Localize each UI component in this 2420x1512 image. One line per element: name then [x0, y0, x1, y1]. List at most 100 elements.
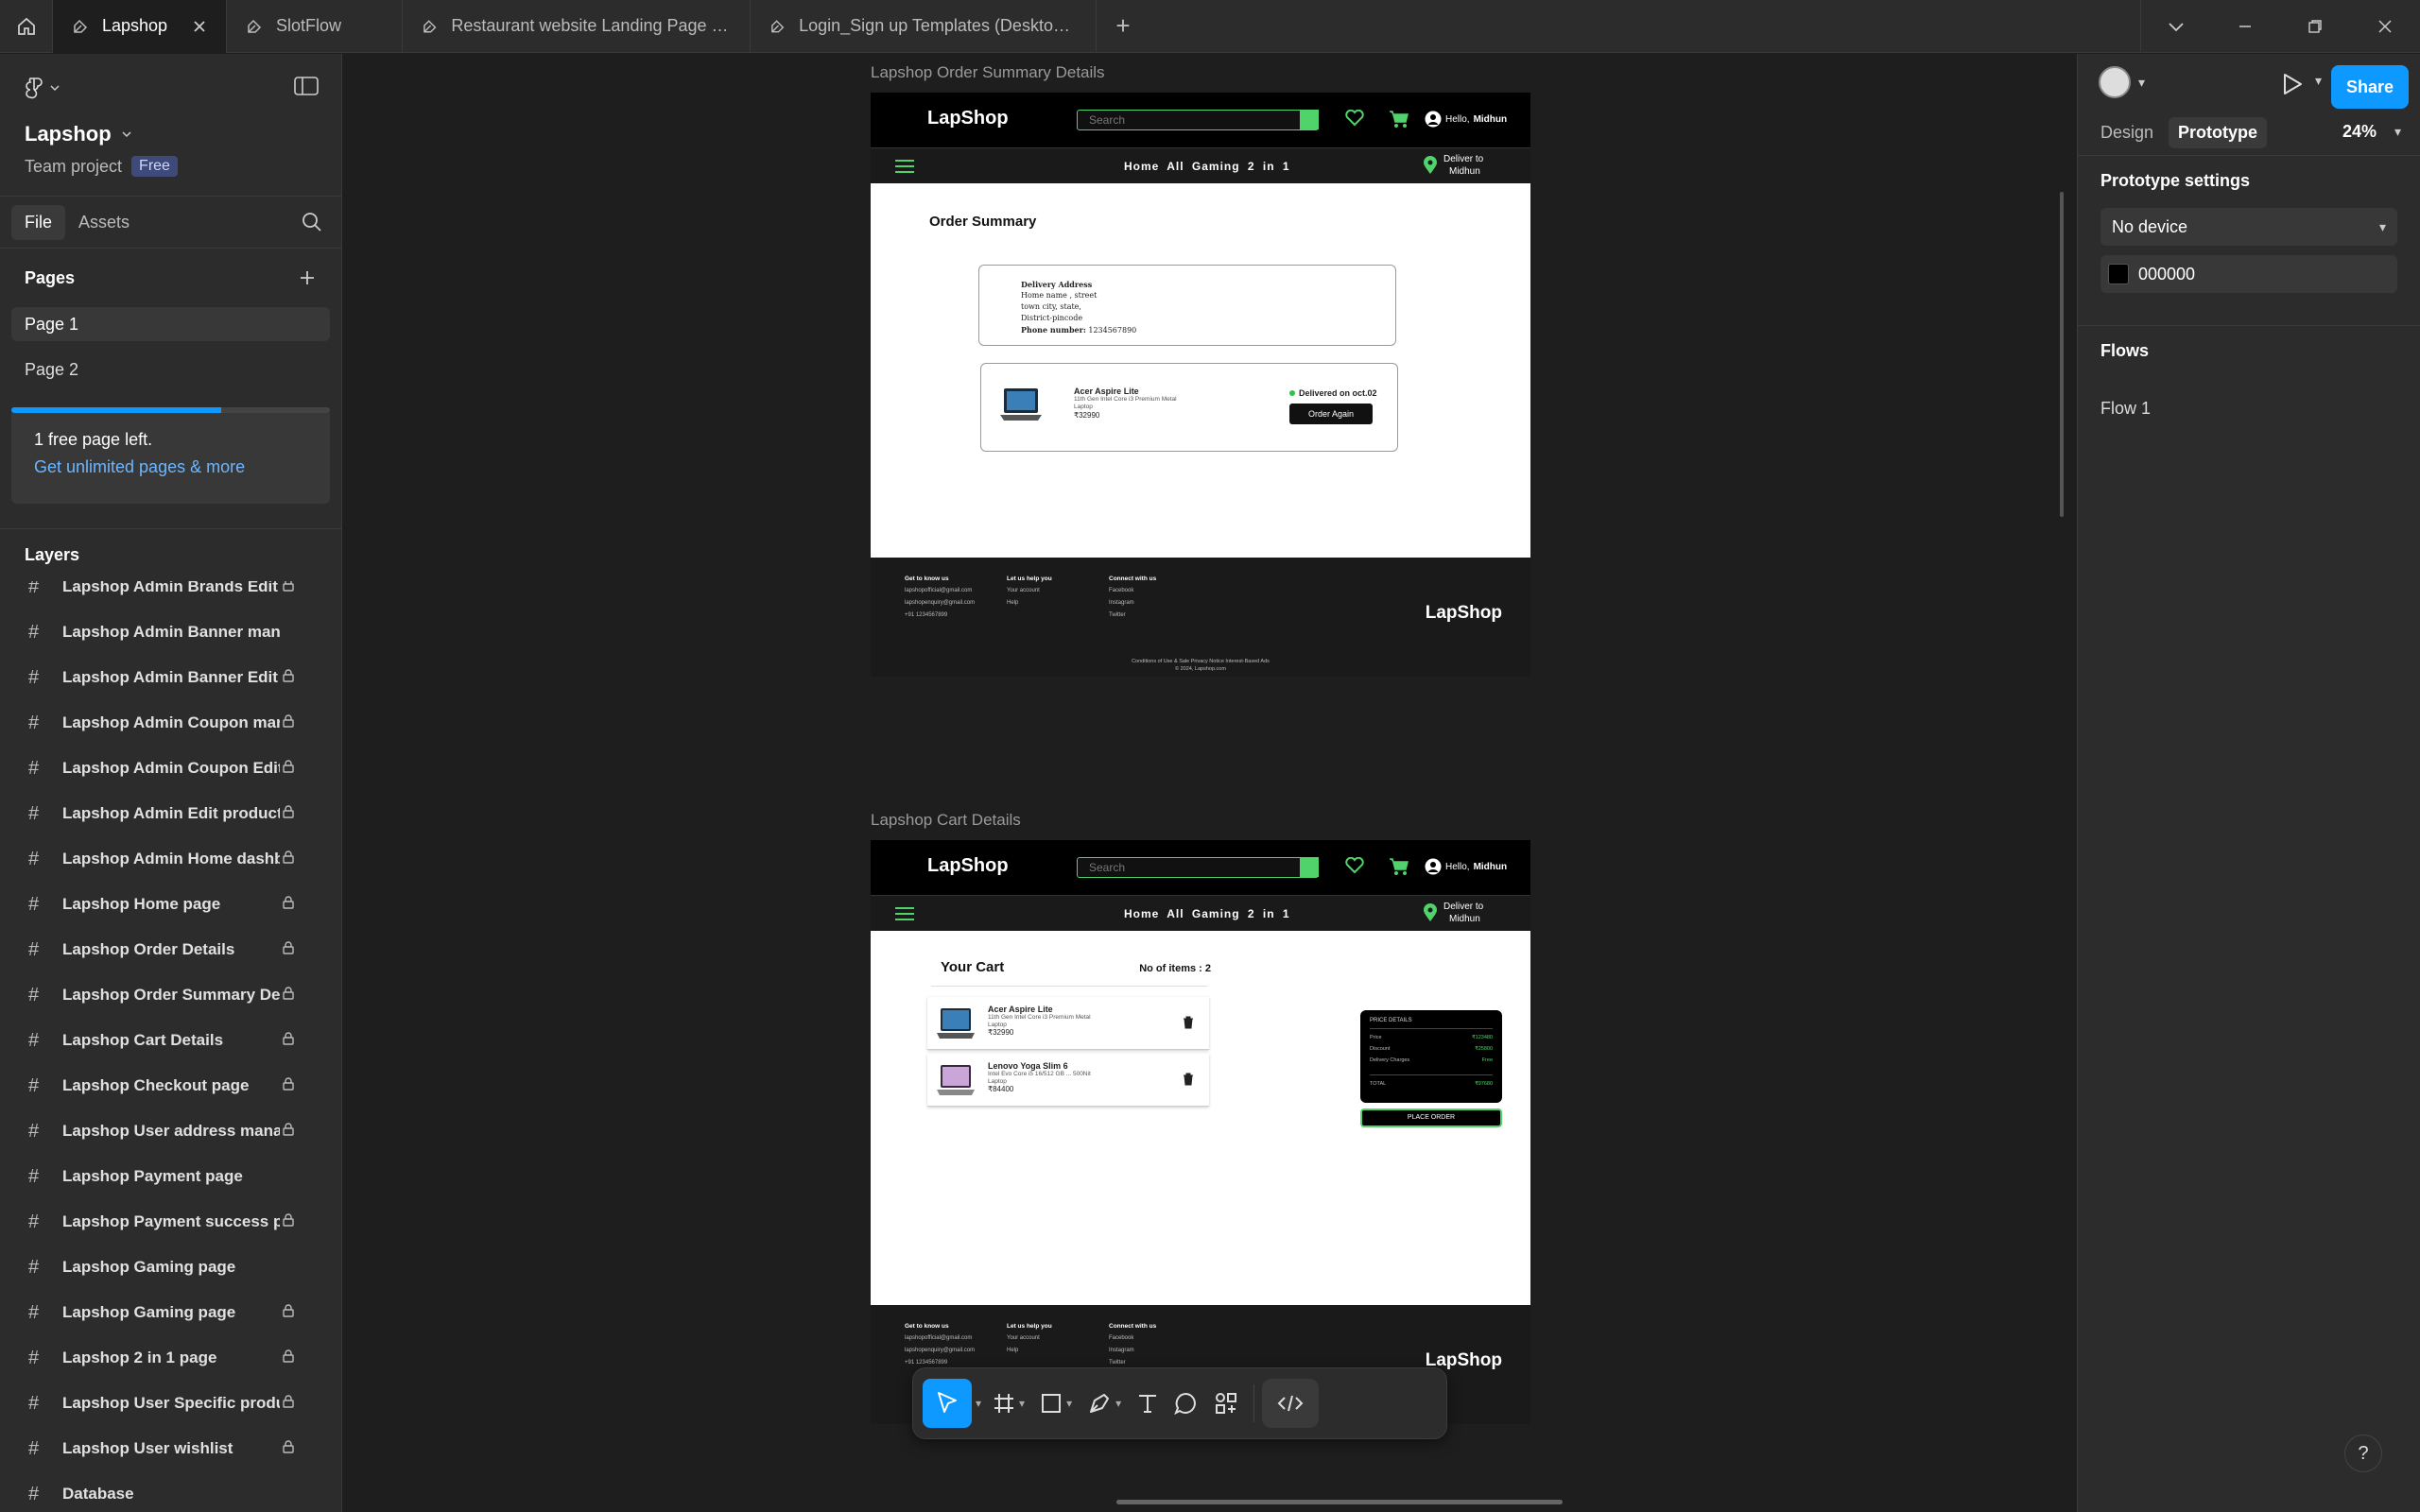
- lock-icon: [283, 896, 294, 909]
- lock-toggle[interactable]: [283, 1212, 294, 1231]
- layer-item[interactable]: # Lapshop User address mana: [0, 1108, 341, 1154]
- page-item[interactable]: Page 2: [11, 352, 330, 387]
- layer-item[interactable]: # Lapshop Admin Coupon Edit: [0, 746, 341, 791]
- layer-item[interactable]: # Lapshop Cart Details: [0, 1018, 341, 1063]
- text-tool-button[interactable]: [1129, 1379, 1167, 1428]
- layer-item[interactable]: # Lapshop User Specific produ: [0, 1381, 341, 1426]
- lock-toggle[interactable]: [283, 581, 294, 596]
- dev-mode-toggle[interactable]: [1262, 1379, 1320, 1428]
- layer-item[interactable]: # Lapshop Gaming page: [0, 1290, 341, 1335]
- toggle-sidebar-button[interactable]: [294, 77, 319, 100]
- tab-file[interactable]: File: [11, 204, 66, 240]
- lock-toggle[interactable]: [283, 668, 294, 687]
- layer-item[interactable]: # Lapshop Payment success p: [0, 1199, 341, 1245]
- move-tool-button[interactable]: [923, 1379, 972, 1428]
- flow-item[interactable]: Flow 1: [2100, 399, 2397, 419]
- lock-toggle[interactable]: [283, 1394, 294, 1413]
- device-select[interactable]: No device ▾: [2100, 208, 2397, 246]
- bottom-toolbar: ▾ ▾ ▾ ▾: [912, 1367, 1447, 1439]
- frame-tool-button[interactable]: ▾: [985, 1379, 1032, 1428]
- project-name-button[interactable]: Lapshop: [25, 122, 317, 146]
- vertical-scrollbar[interactable]: [2060, 192, 2064, 517]
- site-search-button: [1300, 110, 1319, 129]
- canvas[interactable]: Lapshop Order Summary Details LapShop Se…: [343, 54, 2077, 1512]
- share-button[interactable]: Share: [2331, 65, 2409, 109]
- site-nav-links: Home All Gaming 2 in 1: [1124, 160, 1290, 173]
- close-window-button[interactable]: [2350, 0, 2420, 53]
- play-icon[interactable]: [2282, 73, 2303, 95]
- search-layers-button[interactable]: [302, 212, 322, 237]
- tab-login-signup[interactable]: Login_Sign up Templates (Desktop) (C: [751, 0, 1097, 53]
- horizontal-scrollbar[interactable]: [1116, 1500, 1563, 1504]
- tab-restaurant[interactable]: Restaurant website Landing Page Des: [403, 0, 751, 53]
- chevron-down-icon[interactable]: ▾: [2394, 124, 2401, 140]
- layer-item[interactable]: # Lapshop Order Details: [0, 927, 341, 972]
- restore-button[interactable]: [2280, 0, 2350, 53]
- main-menu-button[interactable]: [25, 71, 317, 105]
- actions-button[interactable]: [1206, 1379, 1246, 1428]
- lock-toggle[interactable]: [283, 850, 294, 868]
- layer-item[interactable]: # Lapshop Order Summary De: [0, 972, 341, 1018]
- lock-toggle[interactable]: [283, 1031, 294, 1050]
- upgrade-link[interactable]: Get unlimited pages & more: [34, 457, 307, 477]
- layer-item[interactable]: # Lapshop User wishlist: [0, 1426, 341, 1471]
- avatar[interactable]: [2099, 66, 2131, 98]
- chevron-down-icon[interactable]: ▾: [2315, 73, 2322, 89]
- layer-item[interactable]: # Database: [0, 1471, 341, 1512]
- lock-toggle[interactable]: [283, 986, 294, 1005]
- layer-item[interactable]: # Lapshop Admin Brands Edit |: [0, 581, 341, 610]
- tab-label: Restaurant website Landing Page Des: [451, 16, 731, 35]
- layer-item[interactable]: # Lapshop Checkout page: [0, 1063, 341, 1108]
- home-button[interactable]: [0, 0, 53, 53]
- layer-item[interactable]: # Lapshop 2 in 1 page: [0, 1335, 341, 1381]
- lock-toggle[interactable]: [283, 713, 294, 732]
- lock-toggle[interactable]: [283, 1076, 294, 1095]
- layer-item[interactable]: # Lapshop Admin Coupon mar: [0, 700, 341, 746]
- page-item[interactable]: Page 1: [11, 307, 330, 341]
- pen-tool-button[interactable]: ▾: [1080, 1379, 1129, 1428]
- lock-toggle[interactable]: [283, 759, 294, 778]
- footer-logo: LapShop: [1425, 603, 1502, 623]
- layer-item[interactable]: # Lapshop Home page: [0, 882, 341, 927]
- tab-lapshop[interactable]: Lapshop: [53, 0, 227, 53]
- shape-tool-button[interactable]: ▾: [1032, 1379, 1080, 1428]
- tab-prototype[interactable]: Prototype: [2169, 117, 2268, 148]
- move-tool-menu[interactable]: ▾: [972, 1379, 985, 1428]
- minimize-button[interactable]: [2210, 0, 2280, 53]
- layer-item[interactable]: # Lapshop Admin Edit product: [0, 791, 341, 836]
- layer-name: Lapshop User wishlist: [62, 1439, 233, 1457]
- color-swatch[interactable]: [2108, 264, 2129, 284]
- frame-cart-details[interactable]: LapShop Search Hello, Midhun Home All Ga…: [871, 840, 1530, 1424]
- close-icon[interactable]: [192, 19, 207, 34]
- lock-toggle[interactable]: [283, 1122, 294, 1141]
- frame-label[interactable]: Lapshop Order Summary Details: [871, 63, 1105, 82]
- frame-label[interactable]: Lapshop Cart Details: [871, 811, 1021, 830]
- help-button[interactable]: ?: [2344, 1435, 2382, 1472]
- layer-item[interactable]: # Lapshop Admin Home dashb: [0, 836, 341, 882]
- tab-assets[interactable]: Assets: [65, 205, 143, 240]
- frame-order-summary[interactable]: LapShop Search Hello, Midhun Home All Ga…: [871, 93, 1530, 677]
- lock-toggle[interactable]: [283, 895, 294, 914]
- comment-tool-button[interactable]: [1167, 1379, 1206, 1428]
- layer-item[interactable]: # Lapshop Admin Banner Edit |: [0, 655, 341, 700]
- tab-design[interactable]: Design: [2091, 117, 2163, 148]
- layer-item[interactable]: # Lapshop Payment page: [0, 1154, 341, 1199]
- add-page-icon[interactable]: [298, 268, 317, 287]
- lock-toggle[interactable]: [283, 1439, 294, 1458]
- background-color-field[interactable]: 000000: [2100, 255, 2397, 293]
- zoom-level[interactable]: 24%: [2342, 122, 2377, 142]
- upgrade-text: 1 free page left.: [34, 430, 153, 449]
- tab-slotflow[interactable]: SlotFlow: [227, 0, 403, 53]
- lock-toggle[interactable]: [283, 1303, 294, 1322]
- new-tab-button[interactable]: +: [1097, 0, 1150, 53]
- plan-badge[interactable]: Free: [131, 156, 178, 177]
- chevron-down-icon[interactable]: ▾: [2138, 75, 2145, 91]
- lock-toggle[interactable]: [283, 804, 294, 823]
- frame-icon: #: [28, 802, 40, 824]
- lock-toggle[interactable]: [283, 1349, 294, 1367]
- lock-toggle[interactable]: [283, 940, 294, 959]
- layer-item[interactable]: # Lapshop Gaming page: [0, 1245, 341, 1290]
- layer-item[interactable]: # Lapshop Admin Banner management: [0, 610, 341, 655]
- tabs-dropdown-button[interactable]: [2140, 0, 2210, 53]
- tab-label: Lapshop: [102, 16, 168, 35]
